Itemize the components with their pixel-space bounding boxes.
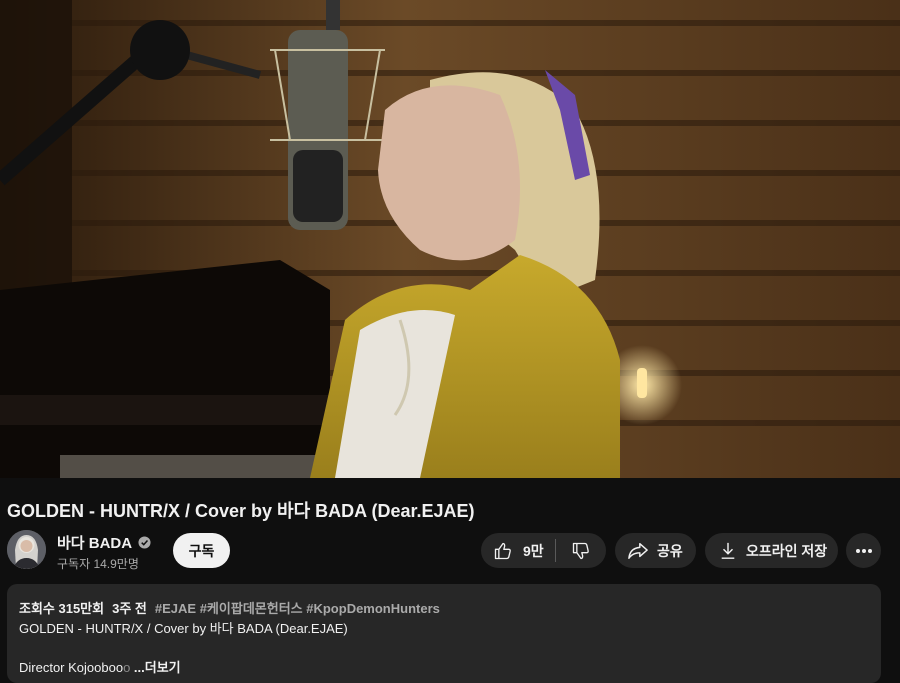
- show-more-link[interactable]: ...더보기: [134, 660, 181, 675]
- description-truncated-text: Director Kojooboo: [19, 660, 124, 675]
- like-dislike-group: 9만: [481, 533, 606, 568]
- upload-age: 3주 전: [112, 601, 147, 616]
- description-meta: 조회수 315만회 3주 전 #EJAE #케이팝데몬헌터스 #KpopDemonH…: [19, 598, 440, 617]
- offline-save-label: 오프라인 저장: [746, 542, 828, 559]
- channel-name-label: 바다 BADA: [57, 535, 133, 552]
- video-frame-image: [0, 0, 900, 478]
- view-count: 조회수 315만회: [19, 601, 105, 616]
- hashtag[interactable]: #KpopDemonHunters: [306, 601, 440, 616]
- dislike-button[interactable]: [556, 533, 606, 568]
- like-count: 9만: [523, 542, 544, 559]
- hashtag[interactable]: #케이팝데몬헌터스: [200, 601, 303, 616]
- verified-check-icon: [138, 536, 151, 549]
- share-label: 공유: [657, 542, 683, 559]
- channel-avatar[interactable]: [7, 530, 46, 569]
- share-arrow-icon: [628, 542, 648, 559]
- description-line-2: Director Kojoobooo ...더보기: [19, 660, 181, 675]
- more-actions-button[interactable]: [846, 533, 881, 568]
- thumbs-down-icon: [572, 542, 589, 559]
- more-horizontal-icon: [855, 548, 872, 553]
- description-line-1: GOLDEN - HUNTR/X / Cover by 바다 BADA (Dea…: [19, 621, 348, 636]
- hashtag[interactable]: #EJAE: [155, 601, 196, 616]
- like-button[interactable]: 9만: [481, 533, 555, 568]
- share-button[interactable]: 공유: [615, 533, 696, 568]
- download-icon: [721, 542, 735, 559]
- subscriber-count: 구독자 14.9만명: [57, 557, 139, 571]
- video-player[interactable]: [0, 0, 900, 478]
- video-title: GOLDEN - HUNTR/X / Cover by 바다 BADA (Dea…: [7, 501, 475, 521]
- subscribe-button[interactable]: 구독: [173, 533, 230, 568]
- thumbs-up-icon: [494, 542, 511, 559]
- channel-name[interactable]: 바다 BADA: [57, 532, 151, 553]
- offline-save-button[interactable]: 오프라인 저장: [705, 533, 838, 568]
- description-box[interactable]: 조회수 315만회 3주 전 #EJAE #케이팝데몬헌터스 #KpopDemonH…: [7, 584, 881, 683]
